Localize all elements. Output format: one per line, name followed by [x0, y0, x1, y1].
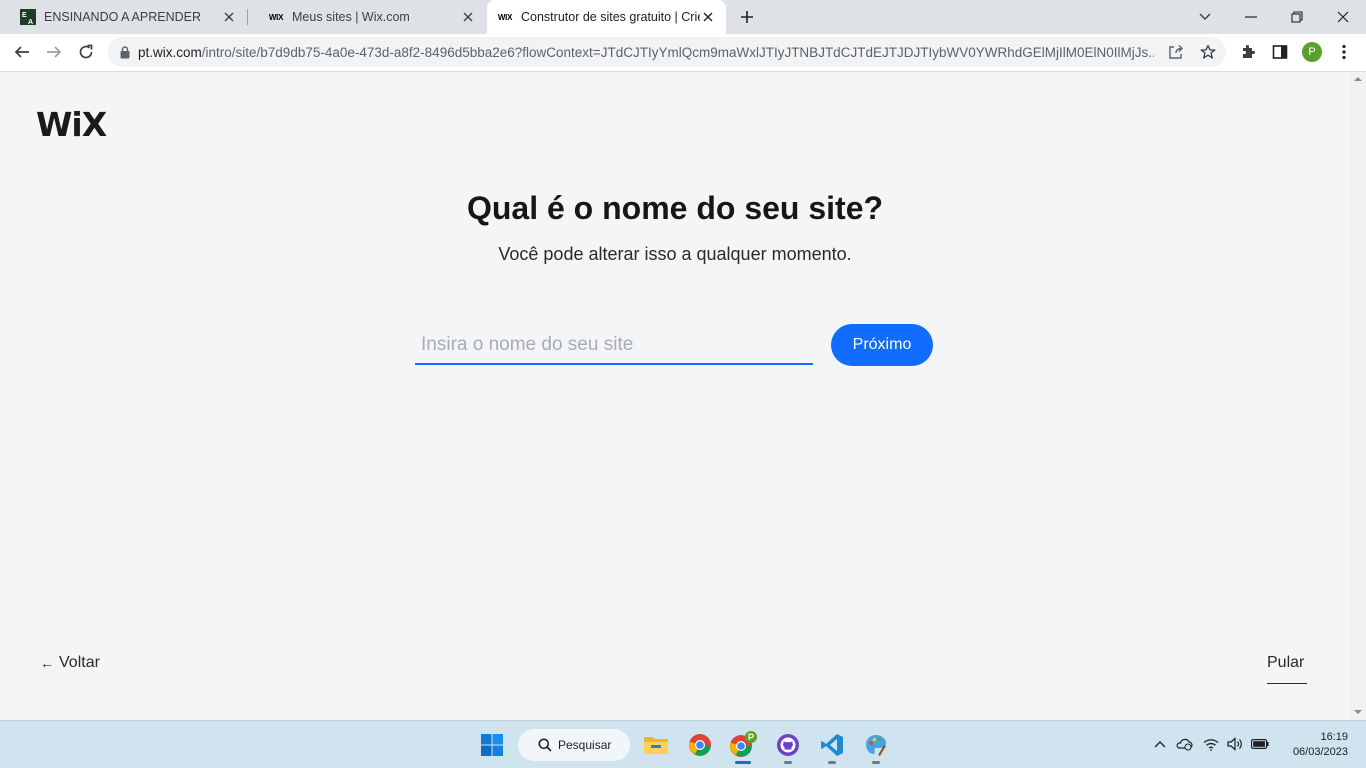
running-indicator — [872, 761, 880, 764]
skip-link-underline — [1267, 683, 1307, 684]
back-link[interactable]: ← Voltar — [40, 654, 100, 672]
url-path: /intro/site/b7d9db75-4a0e-473d-a8f2-8496… — [201, 44, 1154, 60]
site-name-input[interactable] — [415, 327, 813, 365]
browser-toolbar: pt.wix.com/intro/site/b7d9db75-4a0e-473d… — [0, 34, 1366, 72]
back-link-label: Voltar — [59, 654, 100, 671]
chevron-down-icon — [1199, 13, 1211, 20]
tab-ensinando-a-aprender[interactable]: EA ENSINANDO A APRENDER — [0, 0, 247, 34]
wix-logo[interactable]: WiX — [36, 105, 107, 144]
new-tab-button[interactable] — [736, 6, 758, 28]
close-tab-icon[interactable] — [221, 9, 237, 25]
chrome-profile-icon[interactable] — [727, 729, 759, 761]
search-icon — [538, 738, 552, 752]
url-host: pt.wix.com — [138, 44, 202, 60]
svg-text:E: E — [22, 12, 27, 19]
page-subtitle: Você pode alterar isso a qualquer moment… — [498, 244, 852, 264]
page-title: Qual é o nome do seu site? — [466, 190, 884, 226]
close-tab-icon[interactable] — [700, 9, 716, 25]
arrow-left-icon — [14, 46, 29, 58]
wix-favicon-text: WIX — [497, 12, 513, 22]
close-window-button[interactable] — [1320, 0, 1366, 34]
wifi-icon[interactable] — [1202, 735, 1220, 753]
close-tab-icon[interactable] — [460, 9, 476, 25]
windows-taskbar: Pesquisar 16:19 06/03/2023 — [0, 720, 1366, 768]
ea-logo-icon: EA — [20, 9, 36, 25]
chrome-icon[interactable] — [684, 729, 716, 761]
github-desktop-icon[interactable] — [772, 729, 804, 761]
arrow-right-icon — [47, 46, 62, 58]
forward-button[interactable] — [40, 38, 68, 66]
clock-time: 16:19 — [1320, 731, 1348, 743]
tab-meus-sites[interactable]: WIX Meus sites | Wix.com — [248, 0, 486, 34]
page-scrollbar[interactable] — [1350, 72, 1366, 720]
taskbar-search-label: Pesquisar — [558, 738, 612, 752]
skip-link[interactable]: Pular — [1267, 654, 1304, 672]
tab-search-button[interactable] — [1182, 0, 1228, 34]
running-indicator — [735, 761, 751, 764]
minimize-icon — [1245, 16, 1257, 18]
avatar: P — [1302, 42, 1322, 62]
url-text: pt.wix.com/intro/site/b7d9db75-4a0e-473d… — [138, 45, 1154, 60]
next-button[interactable]: Próximo — [831, 324, 933, 366]
tab-title: ENSINANDO A APRENDER — [44, 10, 201, 24]
restore-icon — [1291, 11, 1303, 23]
side-panel-icon[interactable] — [1269, 41, 1291, 63]
share-icon[interactable] — [1167, 43, 1185, 61]
taskbar-search[interactable]: Pesquisar — [518, 729, 630, 761]
tab-title: Meus sites | Wix.com — [292, 10, 410, 24]
clock-date: 06/03/2023 — [1292, 746, 1348, 758]
restore-button[interactable] — [1274, 0, 1320, 34]
tab-construtor-de-sites[interactable]: WIX Construtor de sites gratuito | Crie — [487, 0, 726, 34]
volume-icon[interactable] — [1226, 735, 1244, 753]
browser-tab-strip: EA ENSINANDO A APRENDER WIX Meus sites |… — [0, 0, 1366, 34]
arrow-left-icon: ← — [40, 655, 54, 671]
wix-favicon: WIX — [268, 9, 284, 25]
file-explorer-icon[interactable] — [640, 729, 672, 761]
reload-icon — [79, 44, 93, 59]
extensions-puzzle-icon[interactable] — [1237, 41, 1259, 63]
address-bar[interactable]: pt.wix.com/intro/site/b7d9db75-4a0e-473d… — [108, 37, 1226, 67]
paint-app-icon[interactable] — [860, 729, 892, 761]
wix-favicon-text: WIX — [268, 12, 284, 22]
vscode-icon[interactable] — [816, 729, 848, 761]
running-indicator — [828, 761, 836, 764]
svg-text:A: A — [28, 19, 33, 25]
minimize-button[interactable] — [1228, 0, 1274, 34]
plus-icon — [741, 11, 753, 23]
close-icon — [1337, 11, 1349, 23]
profile-avatar-button[interactable]: P — [1301, 41, 1323, 63]
reload-button[interactable] — [72, 38, 100, 66]
wix-site-name-page: WiX Qual é o nome do seu site? Você pode… — [0, 72, 1350, 720]
more-menu-icon[interactable] — [1333, 41, 1355, 63]
show-hidden-icons-chevron-up-icon[interactable] — [1151, 735, 1169, 753]
windows-start-icon[interactable] — [476, 729, 508, 761]
running-indicator — [784, 761, 792, 764]
back-button[interactable] — [8, 38, 36, 66]
wix-favicon: WIX — [497, 9, 513, 25]
bookmark-star-icon[interactable] — [1199, 43, 1217, 61]
tab-title: Construtor de sites gratuito | Crie — [521, 10, 700, 24]
taskbar-clock[interactable]: 16:19 06/03/2023 — [1280, 730, 1348, 760]
onedrive-sync-icon[interactable] — [1175, 735, 1193, 753]
lock-icon[interactable] — [120, 45, 130, 59]
battery-icon[interactable] — [1251, 735, 1269, 753]
